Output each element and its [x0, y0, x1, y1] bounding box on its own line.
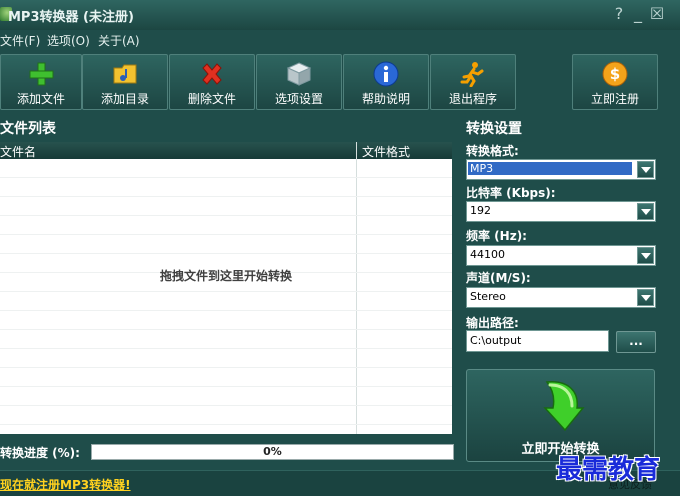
bitrate-select[interactable]: 192: [466, 201, 656, 222]
minimize-icon[interactable]: _: [630, 4, 646, 23]
frequency-label: 频率 (Hz):: [466, 229, 527, 243]
table-row-line: [0, 291, 452, 292]
table-row-line: [0, 424, 452, 425]
format-select[interactable]: MP3: [466, 159, 656, 180]
table-row-line: [0, 386, 452, 387]
options-label: 选项设置: [274, 92, 323, 106]
bitrate-value: 192: [470, 204, 491, 217]
output-path-value: C:\output: [470, 334, 522, 347]
progress-label: 转换进度 (%):: [0, 446, 80, 460]
frequency-select[interactable]: 44100: [466, 245, 656, 266]
output-path-input[interactable]: C:\output: [466, 330, 609, 352]
table-row-line: [0, 405, 452, 406]
channel-select[interactable]: Stereo: [466, 287, 656, 308]
channel-value: Stereo: [470, 290, 506, 303]
table-row-line: [0, 329, 452, 330]
add-file-label: 添加文件: [16, 92, 65, 106]
options-button[interactable]: 选项设置: [256, 54, 342, 110]
delete-file-label: 删除文件: [187, 92, 236, 106]
format-label: 转换格式:: [466, 144, 519, 158]
menu-file[interactable]: 文件(F): [0, 32, 40, 49]
channel-label: 声道(M/S):: [466, 271, 531, 285]
dollar-coin-icon: $: [602, 61, 628, 87]
table-row-line: [0, 348, 452, 349]
watermark: 最需教育: [556, 455, 661, 485]
table-row-line: [0, 177, 452, 178]
help-label: 帮助说明: [361, 92, 410, 106]
green-arrow-down-icon: [543, 381, 585, 432]
format-value: MP3: [468, 162, 632, 175]
menu-about[interactable]: 关于(A): [98, 32, 140, 49]
register-label: 立即注册: [590, 92, 639, 106]
file-list-title: 文件列表: [0, 121, 56, 137]
exit-label: 退出程序: [448, 92, 497, 106]
progress-bar: 0%: [91, 444, 454, 460]
running-man-icon: [460, 62, 484, 87]
delete-x-icon: [202, 63, 222, 85]
plus-icon: [29, 62, 54, 86]
table-row-line: [0, 310, 452, 311]
add-folder-button[interactable]: 添加目录: [82, 54, 168, 110]
output-label: 输出路径:: [466, 316, 519, 330]
table-row-line: [0, 234, 452, 235]
exit-button[interactable]: 退出程序: [430, 54, 516, 110]
column-filename[interactable]: 文件名: [0, 143, 36, 160]
svg-text:$: $: [610, 65, 620, 83]
chevron-down-icon[interactable]: [637, 289, 654, 306]
table-row-line: [0, 367, 452, 368]
frequency-value: 44100: [470, 248, 505, 261]
delete-file-button[interactable]: 删除文件: [169, 54, 255, 110]
chevron-down-icon[interactable]: [637, 161, 654, 178]
register-button[interactable]: $ 立即注册: [572, 54, 658, 110]
info-icon: [373, 61, 399, 87]
table-row-line: [0, 253, 452, 254]
cube-icon: [286, 62, 312, 86]
help-icon[interactable]: ?: [611, 4, 627, 23]
browse-button[interactable]: ...: [616, 331, 656, 353]
table-row-line: [0, 196, 452, 197]
close-icon[interactable]: ☒: [649, 4, 665, 23]
chevron-down-icon[interactable]: [637, 247, 654, 264]
chevron-down-icon[interactable]: [637, 203, 654, 220]
window-title: MP3转换器 (未注册): [8, 10, 134, 25]
add-folder-label: 添加目录: [100, 92, 149, 106]
add-file-button[interactable]: 添加文件: [0, 54, 82, 110]
folder-music-icon: [113, 64, 137, 84]
register-link[interactable]: 现在就注册MP3转换器!: [0, 476, 131, 493]
bitrate-label: 比特率 (Kbps):: [466, 186, 556, 200]
table-row-line: [0, 215, 452, 216]
help-button[interactable]: 帮助说明: [343, 54, 429, 110]
drop-hint: 拖拽文件到这里开始转换: [159, 269, 292, 283]
menu-options[interactable]: 选项(O): [47, 32, 90, 49]
settings-title: 转换设置: [466, 121, 522, 137]
column-format[interactable]: 文件格式: [362, 143, 410, 160]
file-table[interactable]: 文件名 文件格式 拖拽文件到这里开始转换: [0, 142, 452, 434]
column-divider: [356, 142, 357, 434]
progress-text: 0%: [263, 445, 282, 458]
